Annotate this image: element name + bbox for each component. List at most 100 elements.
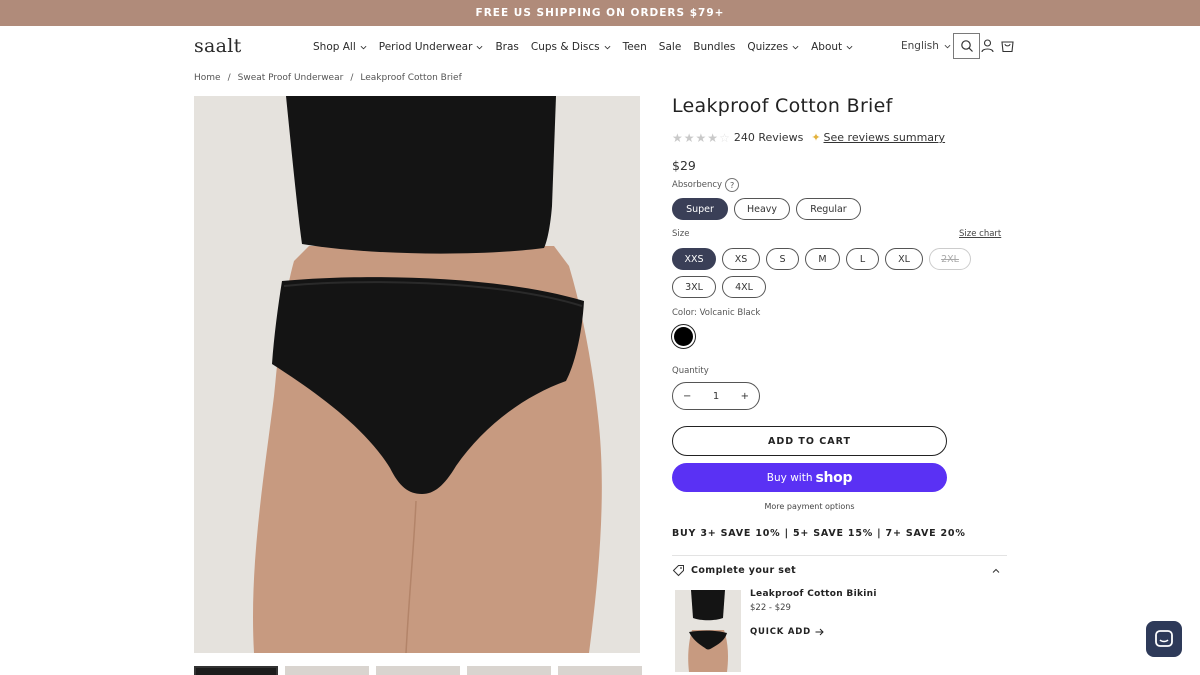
- quantity-label: Quantity: [672, 366, 709, 376]
- nav-teen[interactable]: Teen: [623, 41, 647, 53]
- absorbency-option-heavy[interactable]: Heavy: [734, 198, 790, 220]
- search-button[interactable]: [953, 33, 980, 59]
- thumbnail[interactable]: [194, 666, 278, 675]
- nav-about[interactable]: About: [811, 41, 853, 53]
- size-option-3xl[interactable]: 3XL: [672, 276, 716, 298]
- quick-add-label: QUICK ADD: [750, 627, 811, 637]
- divider: [672, 555, 1007, 556]
- nav-shop-all[interactable]: Shop All: [313, 41, 367, 53]
- main-nav: Shop All Period Underwear Bras Cups & Di…: [313, 41, 865, 53]
- chevron-down-icon: [604, 45, 611, 49]
- breadcrumb-separator: /: [227, 73, 231, 83]
- thumbnail[interactable]: [376, 666, 460, 675]
- nav-label: Cups & Discs: [530, 41, 600, 53]
- size-options: XXS XS S M L XL 2XL: [672, 248, 971, 270]
- size-option-l[interactable]: L: [846, 248, 879, 270]
- size-chart-link[interactable]: Size chart: [959, 229, 1001, 239]
- nav-label: Sale: [658, 41, 682, 53]
- product-title: Leakproof Cotton Brief: [672, 95, 893, 117]
- quantity-decrease-button[interactable]: −: [683, 391, 691, 402]
- size-option-xxs[interactable]: XXS: [672, 248, 716, 270]
- shop-logo: shop: [815, 469, 853, 486]
- star-icon: ★: [672, 130, 683, 145]
- buy-with-label: Buy with: [766, 471, 813, 484]
- more-payment-options-link[interactable]: More payment options: [672, 502, 947, 511]
- language-selector[interactable]: English: [901, 40, 951, 52]
- star-icon: ★: [695, 130, 707, 145]
- thumbnail[interactable]: [558, 666, 642, 675]
- nav-label: Shop All: [313, 41, 356, 53]
- breadcrumb-current: Leakproof Cotton Brief: [360, 73, 462, 83]
- site-header: saalt Shop All Period Underwear Bras Cup…: [0, 26, 1200, 70]
- nav-label: Bundles: [693, 41, 736, 53]
- help-icon[interactable]: ?: [725, 178, 740, 192]
- absorbency-options: Super Heavy Regular: [672, 198, 861, 220]
- chevron-up-icon: [992, 568, 1000, 573]
- sparkle-icon: ✦: [811, 131, 821, 144]
- nav-sale[interactable]: Sale: [659, 41, 681, 53]
- quantity-value[interactable]: 1: [713, 391, 719, 402]
- nav-quizzes[interactable]: Quizzes: [747, 41, 799, 53]
- complete-set-product-name[interactable]: Leakproof Cotton Bikini: [750, 589, 877, 599]
- star-icon: ★: [707, 130, 719, 145]
- announcement-text: FREE US SHIPPING ON ORDERS $79+: [475, 7, 725, 19]
- size-label: Size: [672, 229, 690, 239]
- absorbency-option-regular[interactable]: Regular: [796, 198, 861, 220]
- chat-widget-button[interactable]: [1146, 621, 1182, 657]
- review-count[interactable]: 240 Reviews: [734, 131, 803, 144]
- chat-icon: [1155, 630, 1173, 647]
- nav-label: Period Underwear: [378, 41, 473, 53]
- cart-button[interactable]: [998, 36, 1016, 54]
- bikini-photo: [675, 590, 741, 672]
- nav-label: Quizzes: [747, 41, 789, 53]
- product-price: $29: [672, 158, 696, 173]
- size-option-m[interactable]: M: [805, 248, 840, 270]
- buy-with-shop-button[interactable]: Buy with shop: [672, 463, 947, 492]
- product-photo: [194, 96, 640, 653]
- color-label: Color: Volcanic Black: [672, 308, 761, 318]
- size-option-xs[interactable]: XS: [722, 248, 760, 270]
- quick-add-button[interactable]: QUICK ADD: [750, 627, 824, 637]
- absorbency-option-super[interactable]: Super: [672, 198, 728, 220]
- cart-icon: [1000, 40, 1014, 52]
- color-swatch-volcanic-black[interactable]: [671, 324, 696, 349]
- chevron-down-icon: [846, 45, 853, 49]
- nav-period-underwear[interactable]: Period Underwear: [379, 41, 484, 53]
- quantity-increase-button[interactable]: +: [741, 391, 749, 402]
- language-label: English: [901, 40, 939, 52]
- breadcrumb-home[interactable]: Home: [194, 73, 221, 83]
- nav-bras[interactable]: Bras: [495, 41, 518, 53]
- logo[interactable]: saalt: [194, 35, 242, 57]
- tag-icon: [672, 565, 684, 577]
- breadcrumb-category[interactable]: Sweat Proof Underwear: [238, 73, 344, 83]
- add-to-cart-button[interactable]: ADD TO CART: [672, 426, 947, 456]
- nav-bundles[interactable]: Bundles: [693, 41, 735, 53]
- size-option-xl[interactable]: XL: [885, 248, 923, 270]
- arrow-right-icon: [815, 628, 824, 636]
- chevron-down-icon: [477, 45, 483, 49]
- thumbnail-strip: [194, 666, 642, 675]
- nav-label: Teen: [622, 41, 647, 53]
- complete-set-heading: Complete your set: [691, 565, 797, 576]
- thumbnail[interactable]: [467, 666, 551, 675]
- thumbnail[interactable]: [285, 666, 369, 675]
- star-empty-icon: ☆: [719, 130, 730, 145]
- complete-set-product-image[interactable]: [675, 590, 741, 672]
- complete-set-toggle[interactable]: Complete your set: [672, 564, 1000, 577]
- size-option-2xl[interactable]: 2XL: [929, 248, 971, 270]
- product-main-image[interactable]: [194, 96, 640, 653]
- star-rating[interactable]: ★ ★ ★ ★ ☆: [672, 132, 730, 144]
- announcement-bar: FREE US SHIPPING ON ORDERS $79+: [0, 0, 1200, 26]
- breadcrumb-separator: /: [350, 73, 354, 83]
- size-option-s[interactable]: S: [766, 248, 799, 270]
- nav-label: Bras: [495, 41, 519, 53]
- bundle-promo-text: BUY 3+ SAVE 10% | 5+ SAVE 15% | 7+ SAVE …: [672, 528, 966, 539]
- breadcrumb: Home / Sweat Proof Underwear / Leakproof…: [194, 73, 462, 83]
- account-button[interactable]: [978, 36, 996, 54]
- reviews-summary-link[interactable]: See reviews summary: [824, 131, 946, 144]
- star-icon: ★: [683, 130, 695, 145]
- size-option-4xl[interactable]: 4XL: [722, 276, 766, 298]
- nav-label: About: [811, 41, 843, 53]
- nav-cups-discs[interactable]: Cups & Discs: [531, 41, 611, 53]
- swatch-fill: [674, 327, 693, 346]
